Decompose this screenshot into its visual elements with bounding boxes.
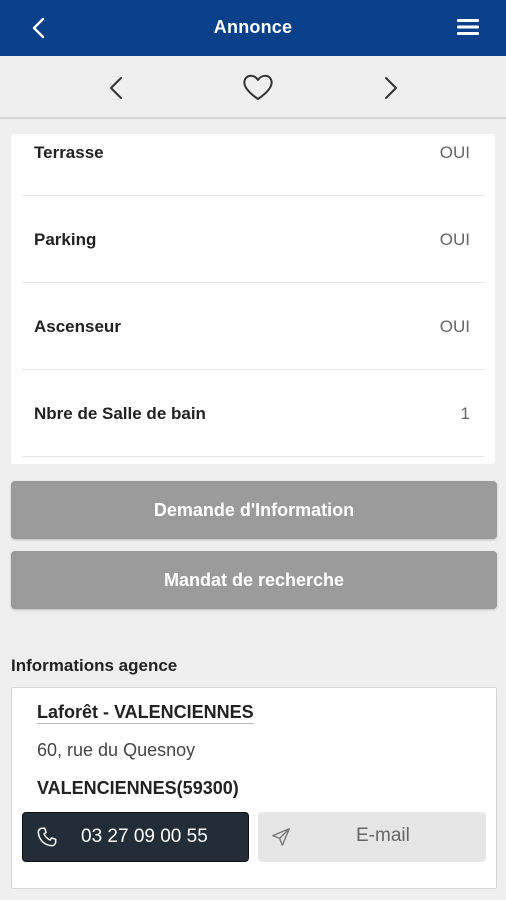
feature-row-terrasse: Terrasse OUI bbox=[22, 134, 484, 196]
feature-value: 1 bbox=[460, 404, 470, 423]
feature-value: OUI bbox=[439, 143, 470, 162]
feature-label: Parking bbox=[34, 230, 97, 249]
feature-value: OUI bbox=[439, 230, 470, 249]
top-app-bar: Annonce bbox=[0, 0, 506, 56]
hamburger-menu-icon[interactable] bbox=[456, 16, 480, 38]
agency-name-link[interactable]: Laforêt - VALENCIENNES bbox=[37, 702, 254, 723]
feature-row-parking: Parking OUI bbox=[22, 196, 484, 283]
feature-label: Ascenseur bbox=[34, 317, 121, 336]
phone-icon bbox=[37, 827, 57, 847]
agency-city: VALENCIENNES(59300) bbox=[37, 778, 239, 798]
call-button[interactable]: 03 27 09 00 55 bbox=[22, 812, 249, 862]
listing-nav-bar bbox=[0, 56, 506, 119]
send-icon bbox=[272, 828, 290, 846]
feature-value: OUI bbox=[439, 317, 470, 336]
feature-label: Terrasse bbox=[34, 143, 104, 162]
feature-row-ascenseur: Ascenseur OUI bbox=[22, 283, 484, 370]
feature-label: Nbre de Salle de bain bbox=[34, 404, 206, 423]
chevron-left-icon[interactable] bbox=[103, 73, 129, 103]
info-request-button[interactable]: Demande d'Information bbox=[11, 481, 497, 539]
email-label: E-mail bbox=[356, 825, 410, 846]
agency-street: 60, rue du Quesnoy bbox=[37, 740, 196, 760]
email-button[interactable]: E-mail bbox=[258, 812, 486, 862]
agency-card: Laforêt - VALENCIENNES 60, rue du Quesno… bbox=[11, 687, 497, 889]
phone-number: 03 27 09 00 55 bbox=[81, 826, 208, 847]
features-card: Terrasse OUI Parking OUI Ascenseur OUI N… bbox=[11, 134, 495, 464]
page-title: Annonce bbox=[213, 17, 293, 37]
agency-section-heading: Informations agence bbox=[11, 656, 178, 675]
search-mandate-button[interactable]: Mandat de recherche bbox=[11, 551, 497, 609]
chevron-right-icon[interactable] bbox=[378, 73, 404, 103]
feature-row-salle-de-bain: Nbre de Salle de bain 1 bbox=[22, 370, 484, 457]
heart-outline-icon[interactable] bbox=[241, 72, 275, 102]
